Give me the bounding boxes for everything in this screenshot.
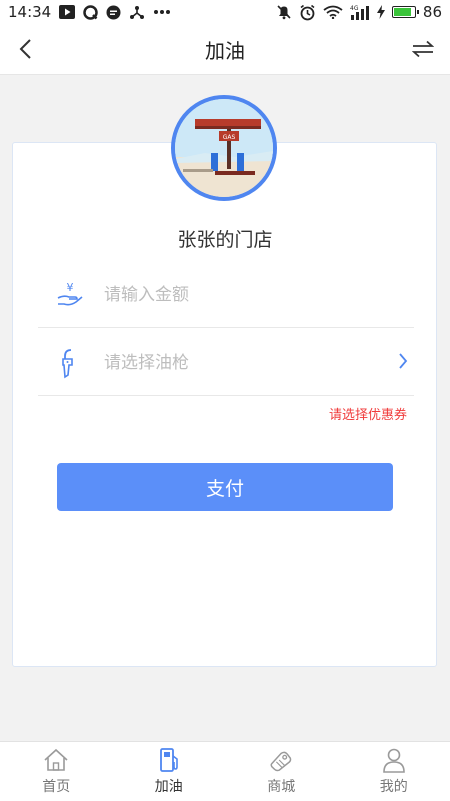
gas-sign: GAS (223, 134, 236, 141)
user-icon (381, 747, 407, 773)
fuel-nozzle-icon (52, 345, 88, 381)
mute-bell-icon (276, 4, 292, 20)
chat-icon (106, 5, 121, 20)
status-bar: 14:34 4G 86 (0, 0, 450, 24)
tab-mine[interactable]: 我的 (338, 742, 450, 801)
tab-label: 商城 (267, 776, 295, 796)
tab-refuel[interactable]: 加油 (113, 742, 226, 801)
switch-button[interactable] (410, 36, 436, 62)
charging-icon (377, 5, 385, 19)
fuel-gun-field[interactable] (38, 330, 414, 396)
play-icon (59, 5, 75, 19)
fuel-pump-icon (156, 747, 182, 773)
amount-input[interactable] (102, 284, 386, 306)
tab-shop[interactable]: 商城 (225, 742, 338, 801)
gas-station-image: GAS (175, 99, 273, 197)
amount-field: ¥ (38, 262, 414, 328)
chevron-right-icon (398, 352, 408, 374)
more-dots-icon (153, 9, 171, 15)
network-type: 4G (350, 5, 359, 12)
yen-hand-icon: ¥ (52, 277, 88, 313)
pay-button[interactable]: 支付 (57, 463, 393, 511)
battery-percent: 86 (423, 3, 442, 21)
coupon-select-link[interactable]: 请选择优惠券 (329, 404, 407, 423)
page-title: 加油 (205, 35, 245, 64)
chevron-left-icon (18, 38, 32, 60)
store-name: 张张的门店 (0, 225, 450, 252)
status-time: 14:34 (8, 3, 51, 21)
swap-arrows-icon (412, 40, 434, 58)
q-icon (83, 5, 98, 20)
back-button[interactable] (12, 36, 38, 62)
svg-text:¥: ¥ (67, 281, 74, 294)
shop-icon (268, 747, 294, 773)
app-header: 加油 (0, 24, 450, 75)
share-icon (129, 5, 145, 20)
home-icon (43, 747, 69, 773)
wifi-icon (323, 5, 343, 19)
signal-icon: 4G (350, 4, 370, 20)
alarm-icon (299, 4, 316, 21)
tab-label: 我的 (380, 776, 408, 796)
fuel-gun-select[interactable] (102, 352, 386, 374)
store-avatar: GAS (171, 95, 277, 201)
tab-label: 加油 (155, 776, 183, 796)
battery-icon (392, 6, 416, 18)
battery-fill (394, 8, 411, 16)
tab-label: 首页 (42, 776, 70, 796)
bottom-tab-bar: 首页 加油 商城 我的 (0, 741, 450, 801)
tab-home[interactable]: 首页 (0, 742, 113, 801)
